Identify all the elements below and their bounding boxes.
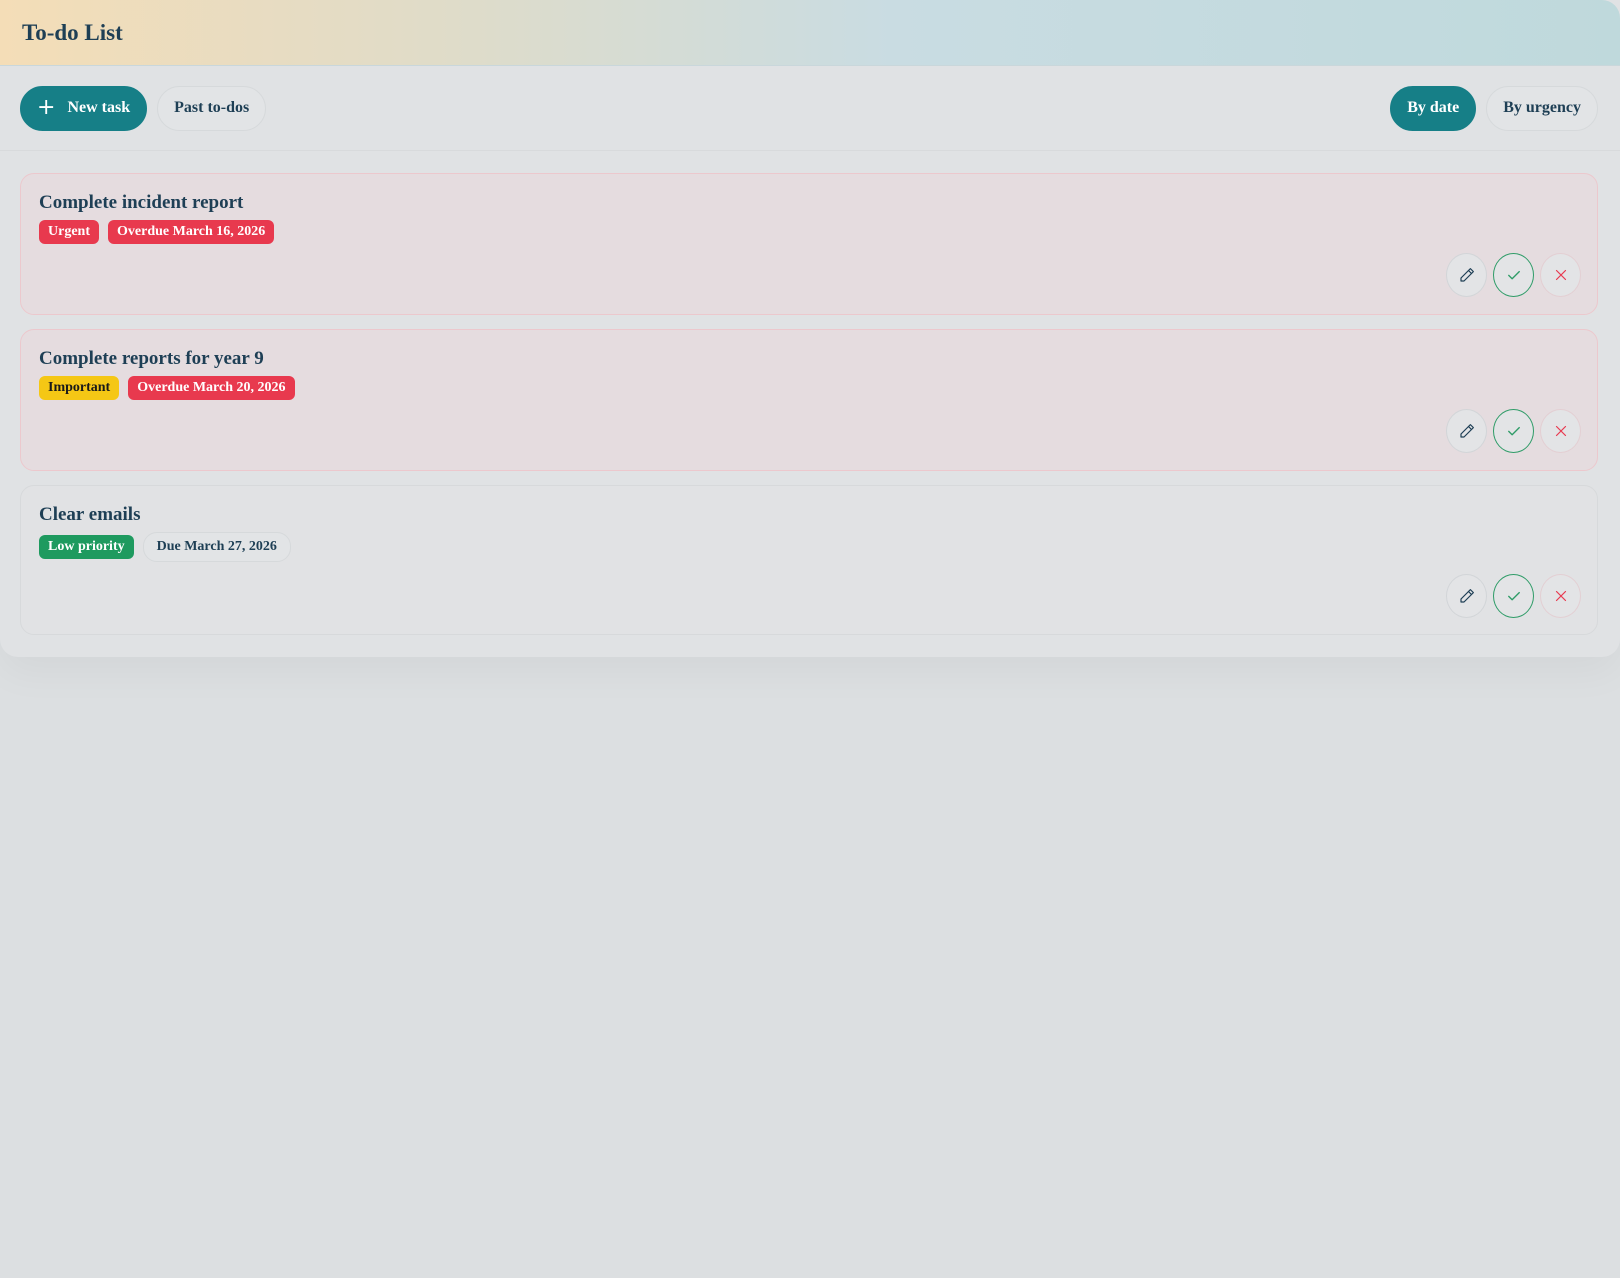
toolbar-left: + New task Past to-dos [20,85,267,131]
edit-task-button[interactable] [1446,409,1487,453]
due-date-badge: Overdue March 20, 2026 [128,376,295,400]
task-actions [1446,574,1581,618]
page-title: To-do List [22,19,123,45]
task-list: Complete incident report Urgent Overdue … [0,151,1620,635]
new-task-button[interactable]: + New task [20,85,148,131]
delete-task-button[interactable] [1540,574,1581,618]
sort-by-date-button[interactable]: By date [1390,85,1477,131]
todo-app: To-do List + New task Past to-dos By dat… [0,0,1620,657]
task-card: Clear emails Low priority Due March 27, … [20,485,1598,635]
sort-by-urgency-label: By urgency [1503,99,1581,116]
priority-badge: Low priority [39,535,134,559]
pencil-icon [1459,268,1474,282]
sort-by-date-label: By date [1407,99,1460,116]
task-actions [1446,409,1581,453]
edit-task-button[interactable] [1446,253,1487,297]
past-todos-button[interactable]: Past to-dos [157,85,267,131]
complete-task-button[interactable] [1493,574,1534,618]
priority-badge: Important [39,376,120,400]
toolbar: + New task Past to-dos By date By urgenc… [0,66,1620,151]
app-header: To-do List [0,0,1620,66]
check-icon [1507,426,1520,436]
check-icon [1507,591,1520,601]
task-card: Complete reports for year 9 Important Ov… [20,329,1598,471]
task-title: Complete reports for year 9 [39,348,264,369]
delete-task-button[interactable] [1540,409,1581,453]
past-todos-label: Past to-dos [174,99,250,116]
task-actions [1446,253,1581,297]
task-tags: Low priority Due March 27, 2026 [39,532,1579,562]
task-title: Complete incident report [39,192,244,213]
close-icon [1555,425,1566,437]
complete-task-button[interactable] [1493,253,1534,297]
pencil-icon [1459,589,1474,603]
close-icon [1555,590,1566,602]
due-date-badge: Overdue March 16, 2026 [108,220,275,244]
task-title: Clear emails [39,504,141,525]
complete-task-button[interactable] [1493,409,1534,453]
new-task-label: New task [67,99,131,116]
sort-controls: By date By urgency [1390,85,1598,131]
delete-task-button[interactable] [1540,253,1581,297]
due-date-badge: Due March 27, 2026 [142,532,291,562]
task-tags: Important Overdue March 20, 2026 [39,376,1579,400]
pencil-icon [1459,424,1474,438]
task-card: Complete incident report Urgent Overdue … [20,173,1598,315]
priority-badge: Urgent [39,220,99,244]
sort-by-urgency-button[interactable]: By urgency [1486,85,1598,131]
task-tags: Urgent Overdue March 16, 2026 [39,220,1579,244]
close-icon [1555,269,1566,281]
plus-icon: + [37,95,56,120]
check-icon [1507,270,1520,280]
edit-task-button[interactable] [1446,574,1487,618]
